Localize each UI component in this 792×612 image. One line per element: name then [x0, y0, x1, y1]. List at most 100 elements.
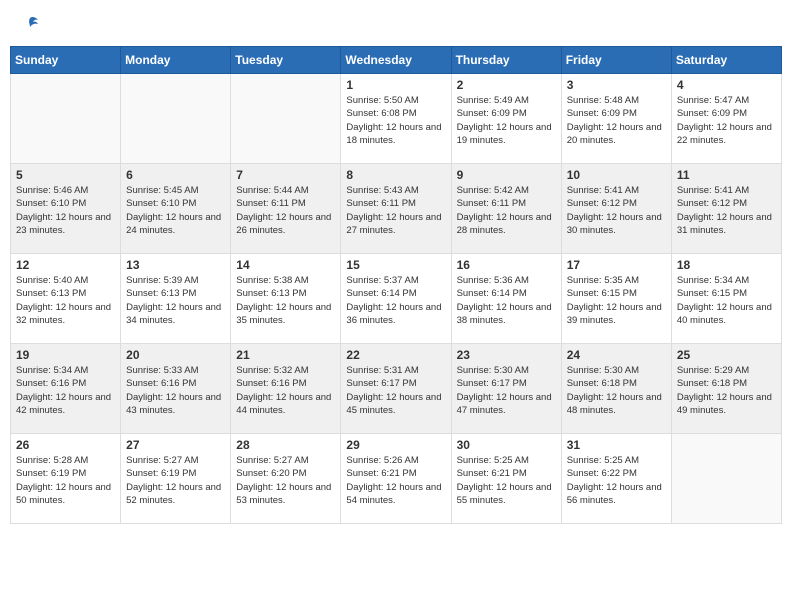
calendar-week-row: 19Sunrise: 5:34 AM Sunset: 6:16 PM Dayli…	[11, 344, 782, 434]
calendar-cell: 14Sunrise: 5:38 AM Sunset: 6:13 PM Dayli…	[231, 254, 341, 344]
calendar-cell: 21 Sunrise: 5:32 AM Sunset: 6:16 PM Dayli…	[231, 344, 341, 434]
day-number: 10	[567, 168, 666, 182]
day-number: 25	[677, 348, 776, 362]
day-info: Sunrise: 5:47 AM Sunset: 6:09 PM Dayligh…	[677, 94, 776, 147]
weekday-header-thursday: Thursday	[451, 47, 561, 74]
calendar-cell: 5 Sunrise: 5:46 AM Sunset: 6:10 PM Daylig…	[11, 164, 121, 254]
day-info: Sunrise: 5:48 AM Sunset: 6:09 PM Dayligh…	[567, 94, 666, 147]
day-info: Sunrise: 5:39 AM Sunset: 6:13 PM Dayligh…	[126, 274, 225, 327]
day-number: 4	[677, 78, 776, 92]
calendar-cell: 11 Sunrise: 5:41 AM Sunset: 6:12 PM Dayli…	[671, 164, 781, 254]
day-info: Sunrise: 5:32 AM Sunset: 6:16 PM Dayligh…	[236, 364, 335, 417]
calendar-cell: 12 Sunrise: 5:40 AM Sunset: 6:13 PM Dayli…	[11, 254, 121, 344]
calendar-cell: 4 Sunrise: 5:47 AM Sunset: 6:09 PM Daylig…	[671, 74, 781, 164]
calendar-cell	[671, 434, 781, 524]
day-number: 1	[346, 78, 445, 92]
logo	[18, 14, 40, 34]
day-info: Sunrise: 5:27 AM Sunset: 6:20 PM Dayligh…	[236, 454, 335, 507]
day-info: Sunrise: 5:25 AM Sunset: 6:21 PM Dayligh…	[457, 454, 556, 507]
day-number: 8	[346, 168, 445, 182]
calendar-cell: 28 Sunrise: 5:27 AM Sunset: 6:20 PM Dayli…	[231, 434, 341, 524]
calendar-cell: 29Sunrise: 5:26 AM Sunset: 6:21 PM Dayli…	[341, 434, 451, 524]
calendar-cell: 27 Sunrise: 5:27 AM Sunset: 6:19 PM Dayli…	[121, 434, 231, 524]
day-info: Sunrise: 5:36 AM Sunset: 6:14 PM Dayligh…	[457, 274, 556, 327]
calendar-header-row: SundayMondayTuesdayWednesdayThursdayFrid…	[11, 47, 782, 74]
calendar-cell: 24 Sunrise: 5:30 AM Sunset: 6:18 PM Dayli…	[561, 344, 671, 434]
calendar-cell: 3Sunrise: 5:48 AM Sunset: 6:09 PM Daylig…	[561, 74, 671, 164]
day-number: 23	[457, 348, 556, 362]
day-number: 11	[677, 168, 776, 182]
day-number: 9	[457, 168, 556, 182]
weekday-header-friday: Friday	[561, 47, 671, 74]
day-number: 19	[16, 348, 115, 362]
day-info: Sunrise: 5:27 AM Sunset: 6:19 PM Dayligh…	[126, 454, 225, 507]
calendar-cell: 20 Sunrise: 5:33 AM Sunset: 6:16 PM Dayli…	[121, 344, 231, 434]
calendar-cell: 31 Sunrise: 5:25 AM Sunset: 6:22 PM Dayli…	[561, 434, 671, 524]
calendar-cell: 9 Sunrise: 5:42 AM Sunset: 6:11 PM Daylig…	[451, 164, 561, 254]
day-number: 27	[126, 438, 225, 452]
day-info: Sunrise: 5:42 AM Sunset: 6:11 PM Dayligh…	[457, 184, 556, 237]
day-info: Sunrise: 5:30 AM Sunset: 6:18 PM Dayligh…	[567, 364, 666, 417]
day-info: Sunrise: 5:43 AM Sunset: 6:11 PM Dayligh…	[346, 184, 445, 237]
calendar-cell: 7 Sunrise: 5:44 AM Sunset: 6:11 PM Daylig…	[231, 164, 341, 254]
weekday-header-sunday: Sunday	[11, 47, 121, 74]
day-info: Sunrise: 5:33 AM Sunset: 6:16 PM Dayligh…	[126, 364, 225, 417]
day-number: 21	[236, 348, 335, 362]
calendar-cell: 15Sunrise: 5:37 AM Sunset: 6:14 PM Dayli…	[341, 254, 451, 344]
day-info: Sunrise: 5:28 AM Sunset: 6:19 PM Dayligh…	[16, 454, 115, 507]
day-info: Sunrise: 5:46 AM Sunset: 6:10 PM Dayligh…	[16, 184, 115, 237]
calendar-cell: 19Sunrise: 5:34 AM Sunset: 6:16 PM Dayli…	[11, 344, 121, 434]
calendar-cell: 25 Sunrise: 5:29 AM Sunset: 6:18 PM Dayli…	[671, 344, 781, 434]
calendar-cell: 16 Sunrise: 5:36 AM Sunset: 6:14 PM Dayli…	[451, 254, 561, 344]
day-info: Sunrise: 5:38 AM Sunset: 6:13 PM Dayligh…	[236, 274, 335, 327]
day-info: Sunrise: 5:30 AM Sunset: 6:17 PM Dayligh…	[457, 364, 556, 417]
calendar-week-row: 26 Sunrise: 5:28 AM Sunset: 6:19 PM Dayli…	[11, 434, 782, 524]
day-info: Sunrise: 5:41 AM Sunset: 6:12 PM Dayligh…	[677, 184, 776, 237]
day-number: 15	[346, 258, 445, 272]
day-info: Sunrise: 5:40 AM Sunset: 6:13 PM Dayligh…	[16, 274, 115, 327]
calendar-cell: 13 Sunrise: 5:39 AM Sunset: 6:13 PM Dayli…	[121, 254, 231, 344]
calendar-cell	[231, 74, 341, 164]
day-number: 17	[567, 258, 666, 272]
day-info: Sunrise: 5:31 AM Sunset: 6:17 PM Dayligh…	[346, 364, 445, 417]
day-number: 16	[457, 258, 556, 272]
day-number: 22	[346, 348, 445, 362]
calendar-cell	[121, 74, 231, 164]
calendar-week-row: 12 Sunrise: 5:40 AM Sunset: 6:13 PM Dayli…	[11, 254, 782, 344]
day-info: Sunrise: 5:50 AM Sunset: 6:08 PM Dayligh…	[346, 94, 445, 147]
day-info: Sunrise: 5:25 AM Sunset: 6:22 PM Dayligh…	[567, 454, 666, 507]
weekday-header-wednesday: Wednesday	[341, 47, 451, 74]
logo-bird-icon	[20, 14, 40, 34]
calendar-week-row: 5 Sunrise: 5:46 AM Sunset: 6:10 PM Daylig…	[11, 164, 782, 254]
page-header	[10, 10, 782, 38]
day-info: Sunrise: 5:35 AM Sunset: 6:15 PM Dayligh…	[567, 274, 666, 327]
day-number: 20	[126, 348, 225, 362]
calendar-cell: 18Sunrise: 5:34 AM Sunset: 6:15 PM Dayli…	[671, 254, 781, 344]
day-number: 30	[457, 438, 556, 452]
day-number: 5	[16, 168, 115, 182]
day-number: 26	[16, 438, 115, 452]
day-number: 12	[16, 258, 115, 272]
day-number: 24	[567, 348, 666, 362]
day-info: Sunrise: 5:29 AM Sunset: 6:18 PM Dayligh…	[677, 364, 776, 417]
day-number: 6	[126, 168, 225, 182]
calendar-cell: 22 Sunrise: 5:31 AM Sunset: 6:17 PM Dayli…	[341, 344, 451, 434]
calendar-table: SundayMondayTuesdayWednesdayThursdayFrid…	[10, 46, 782, 524]
calendar-week-row: 1 Sunrise: 5:50 AM Sunset: 6:08 PM Daylig…	[11, 74, 782, 164]
calendar-cell: 10Sunrise: 5:41 AM Sunset: 6:12 PM Dayli…	[561, 164, 671, 254]
day-number: 28	[236, 438, 335, 452]
calendar-cell: 6 Sunrise: 5:45 AM Sunset: 6:10 PM Daylig…	[121, 164, 231, 254]
weekday-header-saturday: Saturday	[671, 47, 781, 74]
weekday-header-tuesday: Tuesday	[231, 47, 341, 74]
calendar-cell: 26 Sunrise: 5:28 AM Sunset: 6:19 PM Dayli…	[11, 434, 121, 524]
day-info: Sunrise: 5:49 AM Sunset: 6:09 PM Dayligh…	[457, 94, 556, 147]
day-info: Sunrise: 5:44 AM Sunset: 6:11 PM Dayligh…	[236, 184, 335, 237]
day-number: 18	[677, 258, 776, 272]
day-number: 7	[236, 168, 335, 182]
day-number: 13	[126, 258, 225, 272]
day-number: 2	[457, 78, 556, 92]
calendar-cell: 2 Sunrise: 5:49 AM Sunset: 6:09 PM Daylig…	[451, 74, 561, 164]
day-number: 31	[567, 438, 666, 452]
day-info: Sunrise: 5:45 AM Sunset: 6:10 PM Dayligh…	[126, 184, 225, 237]
calendar-cell: 30 Sunrise: 5:25 AM Sunset: 6:21 PM Dayli…	[451, 434, 561, 524]
